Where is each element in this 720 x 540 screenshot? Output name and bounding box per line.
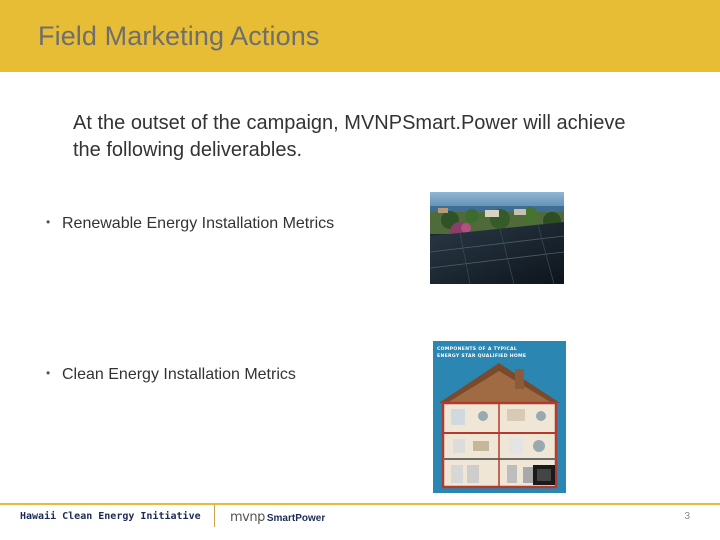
title-bar: Field Marketing Actions [0, 0, 720, 72]
intro-paragraph: At the outset of the campaign, MVNPSmart… [73, 112, 626, 161]
footer-vertical-divider [214, 505, 215, 527]
bullet-label: Renewable Energy Installation Metrics [62, 215, 335, 232]
energy-star-home-poster: COMPONENTS OF A TYPICAL ENERGY STAR QUAL… [433, 341, 566, 493]
footer-divider-line [0, 503, 720, 505]
slide-title: Field Marketing Actions [38, 21, 320, 51]
bullet-item-clean: • Clean Energy Installation Metrics [46, 366, 296, 384]
page-number: 3 [684, 511, 690, 522]
bullet-label: Clean Energy Installation Metrics [62, 366, 296, 383]
bullet-item-renewable: • Renewable Energy Installation Metrics [46, 215, 334, 233]
solar-roof-photo [430, 192, 564, 284]
bullet-dot-icon: • [46, 215, 51, 229]
energy-star-house-illustration [433, 341, 566, 493]
logo-mvnp-text: mvnp [230, 510, 265, 525]
solar-roof-photo-image [430, 192, 564, 284]
logo-smartpower-text: SmartPower [266, 513, 326, 524]
bullet-dot-icon: • [46, 366, 51, 380]
mvnp-smartpower-logo: mvnp SmartPower [230, 510, 325, 526]
poster-caption: COMPONENTS OF A TYPICAL ENERGY STAR QUAL… [437, 347, 527, 359]
footer-organization-name: Hawaii Clean Energy Initiative [20, 511, 201, 522]
